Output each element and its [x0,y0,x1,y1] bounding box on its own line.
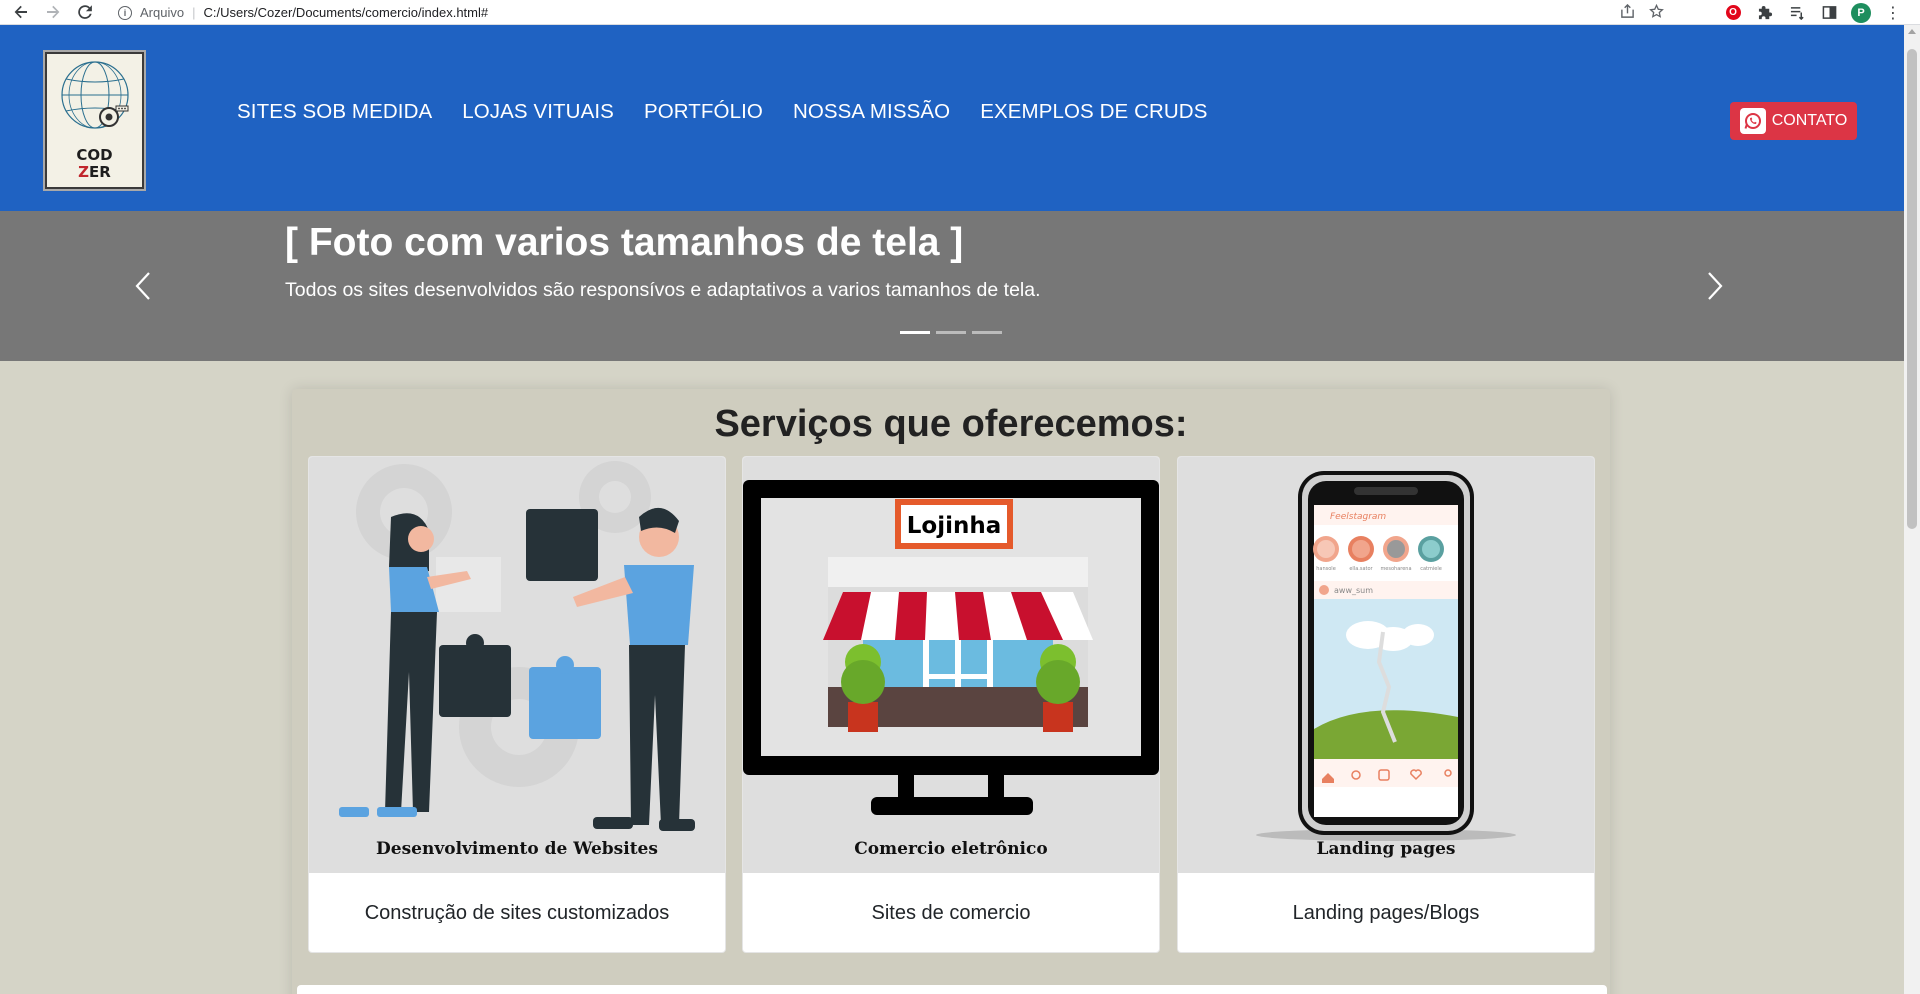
side-panel-icon[interactable] [1818,2,1840,24]
carousel-indicators [900,331,1002,334]
codzer-logo[interactable]: COD ZER [45,52,144,189]
scroll-up-arrow-icon[interactable] [1908,29,1916,34]
logo-text-line2: ZER [78,163,111,181]
profile-avatar[interactable]: P [1850,2,1872,24]
phone-story-name-4: catmiele [1420,566,1442,572]
websites-image-caption: Desenvolvimento de Websites [376,839,658,859]
extensions-puzzle-icon[interactable] [1754,2,1776,24]
service-card-websites[interactable]: Desenvolvimento de Websites Construção d… [308,456,726,953]
phone-story-name-2: ella.sator [1349,566,1373,572]
scheme-label: Arquivo [140,5,185,20]
url-separator: | [192,5,196,20]
bookmark-star-icon[interactable] [1649,3,1664,22]
browser-toolbar: i Arquivo | C:/Users/Cozer/Documents/com… [0,0,1920,25]
reading-list-icon[interactable] [1786,2,1808,24]
landing-pages-image-caption: Landing pages [1316,839,1456,859]
share-icon[interactable] [1620,3,1635,22]
service-card-label: Landing pages/Blogs [1292,901,1480,924]
scrollbar-thumb[interactable] [1907,49,1917,529]
page-scrollbar[interactable] [1904,25,1920,994]
address-bar[interactable]: i Arquivo | C:/Users/Cozer/Documents/com… [108,1,1670,24]
phone-app-name: Feelstagram [1330,512,1386,522]
back-icon[interactable] [9,0,33,24]
ecommerce-illustration: Lojinha Comercio eletrônico [743,457,1159,873]
service-card-ecommerce[interactable]: Lojinha Comercio eletrônico Sites de com… [742,456,1160,953]
phone-post-user: aww_sum [1334,586,1373,595]
nav-link-sites-sob-medida[interactable]: SITES SOB MEDIDA [237,100,432,124]
services-section: Serviços que oferecemos: Desenvolvimento… [292,389,1610,994]
chrome-menu-icon[interactable]: ⋮ [1882,2,1904,24]
ecommerce-image-caption: Comercio eletrônico [854,839,1048,859]
main-nav: SITES SOB MEDIDA LOJAS VITUAIS PORTFÓLIO… [237,100,1207,124]
services-title: Serviços que oferecemos: [714,403,1188,445]
site-header: COD ZER SITES SOB MEDIDA LOJAS VITUAIS P… [0,25,1904,211]
globe-gear-logo-icon [61,61,129,129]
contact-button-label: CONTATO [1771,112,1848,129]
service-card-label: Sites de comercio [871,901,1031,924]
forward-icon[interactable] [41,0,65,24]
url-text[interactable]: C:/Users/Cozer/Documents/comercio/index.… [203,5,488,20]
websites-illustration: Desenvolvimento de Websites [309,457,725,873]
service-card-label: Construção de sites customizados [364,901,670,924]
hero-carousel: [ Foto com varios tamanhos de tela ] Tod… [0,211,1904,361]
store-sign-text: Lojinha [907,513,1002,539]
nav-link-exemplos-de-cruds[interactable]: EXEMPLOS DE CRUDS [980,100,1207,124]
carousel-caption: Todos os sites desenvolvidos são respons… [285,279,1041,301]
nav-link-portfolio[interactable]: PORTFÓLIO [644,100,763,124]
carousel-indicator-2[interactable] [936,331,966,334]
carousel-next-icon[interactable] [1700,266,1730,306]
whatsapp-icon [1739,108,1766,134]
carousel-indicator-1[interactable] [900,331,930,334]
carousel-indicator-3[interactable] [972,331,1002,334]
site-info-icon[interactable]: i [118,5,132,20]
logo-text-line1: COD [76,146,113,164]
landing-pages-illustration: Feelstagram hansole ella.sator mesoharen… [1178,457,1594,873]
carousel-prev-icon[interactable] [128,266,158,306]
opera-extension-icon[interactable]: O [1722,2,1744,24]
nav-link-nossa-missao[interactable]: NOSSA MISSÃO [793,100,950,124]
phone-story-name-1: hansole [1316,566,1336,572]
next-section-card [297,985,1607,994]
nav-link-lojas-vituais[interactable]: LOJAS VITUAIS [462,100,614,124]
service-card-landing-pages[interactable]: Feelstagram hansole ella.sator mesoharen… [1177,456,1595,953]
contact-button[interactable]: CONTATO [1730,102,1857,140]
phone-story-name-3: mesoharena [1380,566,1411,572]
carousel-title: [ Foto com varios tamanhos de tela ] [285,221,964,264]
reload-icon[interactable] [73,0,97,24]
